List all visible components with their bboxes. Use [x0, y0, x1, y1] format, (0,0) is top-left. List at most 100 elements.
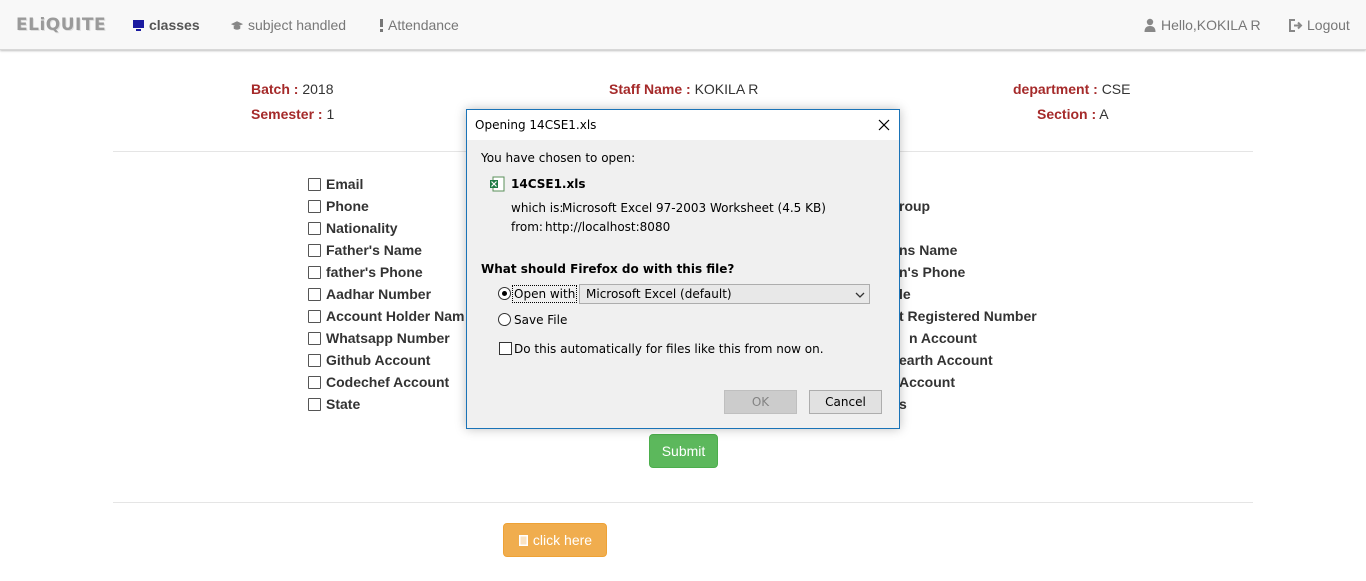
nav-attendance[interactable]: Attendance — [378, 17, 459, 33]
cancel-button[interactable]: Cancel — [809, 390, 882, 414]
batch-value: 2018 — [302, 81, 334, 97]
field-label: Nationality — [326, 220, 398, 236]
field-checkbox[interactable]: Whatsapp Number — [308, 330, 450, 346]
ok-button[interactable]: OK — [724, 390, 797, 414]
field-label-partial[interactable]: ns Name — [899, 242, 957, 258]
field-checkbox[interactable]: Codechef Account — [308, 374, 449, 390]
dialog-question: What should Firefox do with this file? — [481, 262, 735, 276]
semester-label: Semester : — [251, 106, 323, 122]
field-label: Email — [326, 176, 364, 192]
field-label-partial[interactable]: roup — [899, 198, 930, 214]
submit-button[interactable]: Submit — [649, 434, 718, 468]
save-file-radio[interactable] — [498, 313, 511, 326]
field-checkbox[interactable]: State — [308, 396, 360, 412]
field-label: Aadhar Number — [326, 286, 432, 302]
field-label-partial[interactable]: earth Account — [899, 352, 993, 368]
close-icon[interactable] — [875, 116, 893, 134]
click-here-label: click here — [532, 532, 593, 548]
section-label: Section : — [1037, 106, 1097, 122]
field-label: Father's Name — [326, 242, 422, 258]
field-label-partial[interactable]: n's Phone — [899, 264, 965, 280]
field-label: n Account — [909, 330, 977, 346]
book-icon — [518, 534, 529, 547]
field-label: Codechef Account — [326, 374, 450, 390]
field-checkbox[interactable]: father's Phone — [308, 264, 423, 280]
field-checkbox[interactable]: Account Holder Nam — [308, 308, 464, 324]
field-label: Whatsapp Number — [326, 330, 450, 346]
open-with-radio[interactable] — [498, 287, 511, 300]
semester-info: Semester : 1 — [251, 106, 334, 122]
field-label: le — [899, 286, 911, 302]
checkbox[interactable] — [308, 199, 321, 213]
field-label-partial[interactable]: n Account — [909, 330, 977, 346]
department-label: department : — [1013, 81, 1098, 97]
checkbox[interactable] — [308, 331, 321, 345]
checkbox[interactable] — [308, 287, 321, 301]
logout-icon — [1289, 18, 1303, 32]
dialog-titlebar[interactable]: Opening 14CSE1.xls — [467, 110, 899, 140]
field-label: father's Phone — [326, 264, 423, 280]
open-with-select[interactable]: Microsoft Excel (default) — [579, 284, 870, 304]
field-label-partial[interactable]: le — [899, 286, 911, 302]
user-greeting[interactable]: Hello,KOKILA R — [1143, 17, 1261, 33]
checkbox[interactable] — [308, 309, 321, 323]
checkbox[interactable] — [308, 177, 321, 191]
field-label: ns Name — [899, 242, 958, 258]
nav-attendance-label: Attendance — [388, 17, 459, 33]
staff-value: KOKILA R — [694, 81, 759, 97]
checkbox[interactable] — [308, 265, 321, 279]
batch-info: Batch : 2018 — [251, 81, 334, 97]
nav-classes-label: classes — [149, 17, 200, 33]
user-icon — [1143, 18, 1157, 32]
click-here-button[interactable]: click here — [503, 523, 607, 557]
from-value: http://localhost:8080 — [545, 220, 671, 234]
nav-classes[interactable]: classes — [131, 17, 200, 33]
field-label: Phone — [326, 198, 369, 214]
field-label-partial[interactable]: t Registered Number — [899, 308, 1037, 324]
auto-checkbox[interactable] — [499, 342, 512, 355]
checkbox[interactable] — [308, 375, 321, 389]
field-checkbox[interactable]: Email — [308, 176, 363, 192]
staff-info: Staff Name : KOKILA R — [609, 81, 758, 97]
semester-value: 1 — [326, 106, 335, 122]
file-open-dialog: Opening 14CSE1.xls You have chosen to op… — [466, 109, 900, 429]
save-file-label[interactable]: Save File — [514, 313, 567, 327]
chosen-text: You have chosen to open: — [481, 151, 636, 165]
checkbox[interactable] — [308, 353, 321, 367]
field-label: Account — [899, 374, 955, 390]
logout-link[interactable]: Logout — [1289, 17, 1350, 33]
staff-label: Staff Name : — [609, 81, 691, 97]
department-info: department : CSE — [1013, 81, 1130, 97]
open-with-selected: Microsoft Excel (default) — [586, 287, 732, 301]
field-checkbox[interactable]: Phone — [308, 198, 369, 214]
checkbox[interactable] — [308, 243, 321, 257]
field-label: n's Phone — [899, 264, 966, 280]
field-checkbox[interactable]: Father's Name — [308, 242, 422, 258]
which-is-label: which is: — [511, 201, 564, 215]
graduation-cap-icon — [230, 18, 244, 32]
field-label: Account Holder Nam — [326, 308, 465, 324]
section-info: Section : A — [1037, 106, 1109, 122]
nav-subject-handled-label: subject handled — [248, 17, 347, 33]
field-label: State — [326, 396, 361, 412]
field-label-partial[interactable]: s — [899, 396, 907, 412]
batch-label: Batch : — [251, 81, 299, 97]
which-is-value: Microsoft Excel 97-2003 Worksheet (4.5 K… — [562, 201, 826, 215]
field-checkbox[interactable]: Github Account — [308, 352, 430, 368]
dialog-filename: 14CSE1.xls — [511, 177, 586, 191]
field-checkbox[interactable]: Aadhar Number — [308, 286, 431, 302]
auto-label[interactable]: Do this automatically for files like thi… — [514, 342, 824, 356]
top-navbar: ELiQUITE classes subject handled Attenda… — [0, 0, 1366, 50]
brand-logo[interactable]: ELiQUITE — [16, 15, 106, 35]
checkbox[interactable] — [308, 221, 321, 235]
open-with-label[interactable]: Open with — [511, 285, 578, 303]
monitor-icon — [131, 18, 145, 32]
nav-subject-handled[interactable]: subject handled — [230, 17, 346, 33]
field-label-partial[interactable]: Account — [899, 374, 955, 390]
from-label: from: — [511, 220, 543, 234]
checkbox[interactable] — [308, 397, 321, 411]
field-checkbox[interactable]: Nationality — [308, 220, 398, 236]
section-value: A — [1099, 106, 1109, 122]
user-greeting-label: Hello,KOKILA R — [1161, 17, 1261, 33]
dialog-title: Opening 14CSE1.xls — [475, 118, 597, 132]
